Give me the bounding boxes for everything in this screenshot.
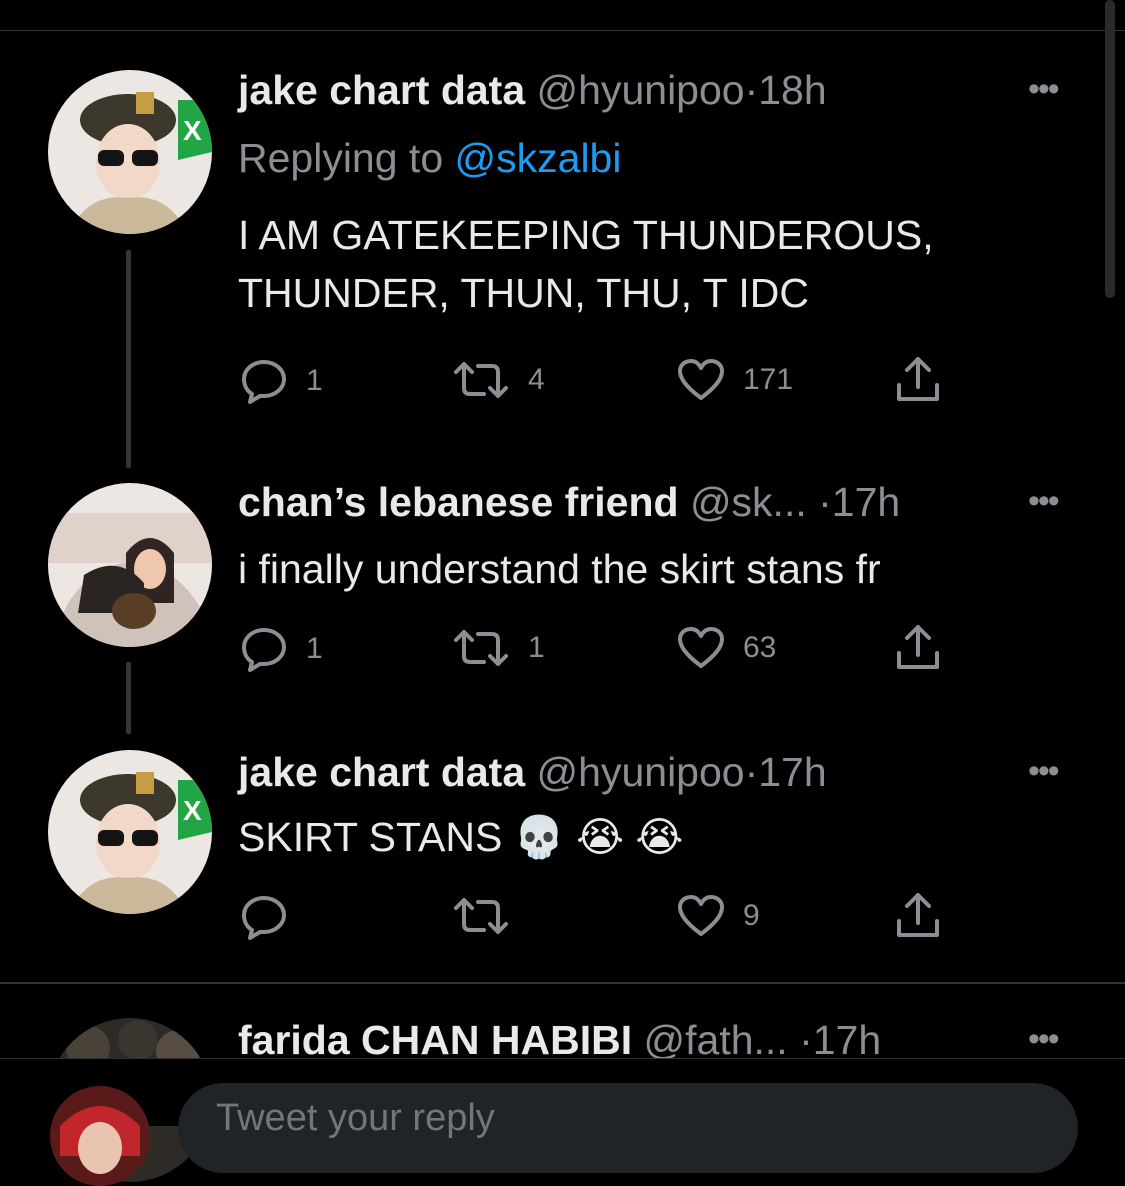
avatar[interactable]: X xyxy=(48,750,212,914)
thread-line xyxy=(126,250,131,468)
separator-dot: · xyxy=(744,749,759,795)
tweet-text: I AM GATEKEEPING THUNDEROUS, THUNDER, TH… xyxy=(238,206,934,322)
reply-icon xyxy=(240,894,288,940)
handle[interactable]: @hyunipoo xyxy=(537,749,745,795)
retweet-icon xyxy=(452,894,510,938)
thread-line xyxy=(126,662,131,734)
tweet-text: SKIRT STANS 💀 😭 😭 xyxy=(238,808,683,866)
like-icon xyxy=(677,358,725,402)
mention-link[interactable]: @skzalbi xyxy=(455,135,622,181)
separator-dot: · xyxy=(744,67,759,113)
retweet-count: 4 xyxy=(528,363,545,396)
scrollbar[interactable] xyxy=(1105,0,1115,298)
separator-dot: · xyxy=(818,479,832,525)
share-icon xyxy=(893,623,943,673)
like-icon xyxy=(677,626,725,670)
timestamp[interactable]: 18h xyxy=(758,67,826,113)
display-name[interactable]: jake chart data xyxy=(238,67,525,113)
tweet-text-line: I AM GATEKEEPING THUNDEROUS, xyxy=(238,212,934,258)
share-button[interactable] xyxy=(893,355,943,405)
tweet-divider xyxy=(0,982,1125,984)
retweet-count: 1 xyxy=(528,631,545,664)
retweet-icon xyxy=(452,358,510,402)
more-icon[interactable]: ••• xyxy=(1028,752,1060,791)
share-button[interactable] xyxy=(893,891,943,941)
replying-prefix: Replying to xyxy=(238,135,455,181)
handle[interactable]: @sk... xyxy=(690,479,807,525)
like-count: 171 xyxy=(743,363,794,396)
display-name[interactable]: chan’s lebanese friend xyxy=(238,479,679,525)
more-icon[interactable]: ••• xyxy=(1028,482,1060,521)
handle[interactable]: @hyunipoo xyxy=(537,67,745,113)
reply-count: 1 xyxy=(306,632,323,665)
like-count: 63 xyxy=(743,631,777,664)
tweet-header: farida CHAN HABIBI @fath... ·17h xyxy=(238,1016,881,1064)
avatar[interactable] xyxy=(48,483,212,647)
tweet-text-line: i finally understand the skirt stans fr xyxy=(238,546,881,592)
top-divider xyxy=(0,30,1125,31)
timestamp[interactable]: 17h xyxy=(813,1017,881,1063)
tweet-header: jake chart data @hyunipoo·18h xyxy=(238,66,827,114)
like-count: 9 xyxy=(743,899,760,932)
tweet-header: chan’s lebanese friend @sk... ·17h xyxy=(238,478,900,526)
reply-button[interactable] xyxy=(240,894,306,940)
retweet-icon xyxy=(452,626,510,670)
reply-icon xyxy=(240,626,288,672)
reply-button[interactable]: 1 xyxy=(240,626,323,672)
avatar[interactable]: X xyxy=(48,70,212,234)
timestamp[interactable]: 17h xyxy=(832,479,900,525)
svg-text:X: X xyxy=(183,795,202,826)
reply-icon xyxy=(240,358,288,404)
tweet-text: i finally understand the skirt stans fr xyxy=(238,540,881,598)
share-icon xyxy=(893,891,943,941)
tweet-header: jake chart data @hyunipoo·17h xyxy=(238,748,827,796)
reply-button[interactable]: 1 xyxy=(240,358,323,404)
retweet-button[interactable]: 4 xyxy=(452,358,545,402)
replying-to: Replying to @skzalbi xyxy=(238,134,621,182)
my-avatar[interactable] xyxy=(50,1086,150,1186)
reply-input-placeholder: Tweet your reply xyxy=(216,1097,495,1139)
separator-dot: · xyxy=(799,1017,813,1063)
timestamp[interactable]: 17h xyxy=(758,749,826,795)
share-icon xyxy=(893,355,943,405)
like-button[interactable]: 171 xyxy=(677,358,793,402)
display-name[interactable]: jake chart data xyxy=(238,749,525,795)
display-name[interactable]: farida CHAN HABIBI xyxy=(238,1017,632,1063)
more-icon[interactable]: ••• xyxy=(1028,1020,1060,1059)
tweet-text-line: SKIRT STANS 💀 😭 😭 xyxy=(238,814,684,860)
retweet-button[interactable]: 1 xyxy=(452,626,545,670)
reply-composer: Tweet your reply xyxy=(0,1058,1125,1186)
share-button[interactable] xyxy=(893,623,943,673)
reply-input[interactable]: Tweet your reply xyxy=(178,1083,1078,1173)
handle[interactable]: @fath... xyxy=(644,1017,788,1063)
like-button[interactable]: 63 xyxy=(677,626,776,670)
like-icon xyxy=(677,894,725,938)
like-button[interactable]: 9 xyxy=(677,894,760,938)
tweet-text-line: THUNDER, THUN, THU, T IDC xyxy=(238,270,809,316)
svg-text:X: X xyxy=(183,115,202,146)
retweet-button[interactable] xyxy=(452,894,528,938)
reply-count: 1 xyxy=(306,364,323,397)
more-icon[interactable]: ••• xyxy=(1028,70,1060,109)
